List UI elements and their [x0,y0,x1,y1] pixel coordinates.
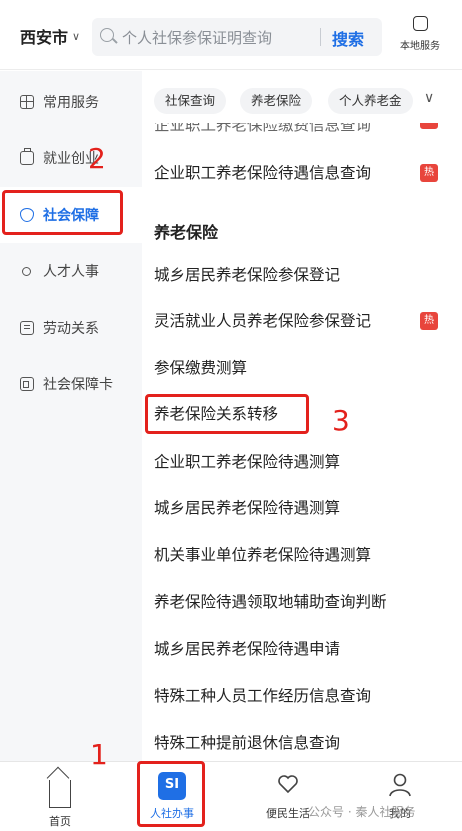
list-item[interactable]: 城乡居民养老保险待遇申请 [154,637,454,659]
category-sidebar: 常用服务 就业创业 社会保障 人才人事 劳动关系 社会保障卡 [0,71,142,761]
list-item[interactable]: 养老保险待遇领取地辅助查询判断 [154,590,454,612]
nav-label: 首页 [49,815,71,828]
sidebar-item-label: 常用服务 [43,95,99,111]
heart-hand-icon [276,772,300,800]
home-icon [49,780,71,808]
hot-badge: 热 [420,123,438,129]
list-item[interactable]: 城乡居民养老保险待遇测算 [154,496,454,518]
annotation-box-1 [137,761,205,827]
id-card-icon [20,377,34,391]
search-button[interactable]: 搜索 [332,26,364,50]
sidebar-item-ss-card[interactable]: 社会保障卡 [0,356,142,412]
filter-tag-bar: 社保查询 养老保险 个人养老金 ∨ [142,71,462,123]
person-icon [22,266,31,276]
top-header: 西安市 ∨ 个人社保参保证明查询 搜索 本地服务 [0,0,462,70]
city-selector[interactable]: 西安市 ∨ [20,24,80,48]
document-icon [20,321,34,335]
local-service-button[interactable]: 本地服务 [390,16,450,52]
hot-badge: 热 [420,164,438,182]
list-item[interactable]: 特殊工种提前退休信息查询 [154,731,454,753]
search-icon [100,28,114,42]
list-item[interactable]: 灵活就业人员养老保险参保登记 [154,309,454,331]
list-item[interactable]: 参保缴费测算 [154,356,454,378]
annotation-box-2 [2,190,123,235]
sidebar-item-talent[interactable]: 人才人事 [0,243,142,299]
tag-personal-pension[interactable]: 个人养老金 [328,88,413,114]
local-service-icon [412,16,428,31]
person-icon [388,772,412,800]
section-heading-pension: 养老保险 [154,223,219,242]
chevron-down-icon: ∨ [72,29,81,43]
search-input[interactable]: 个人社保参保证明查询 [122,27,272,48]
sidebar-item-common-services[interactable]: 常用服务 [0,74,142,130]
annotation-number-1: 1 [90,738,108,771]
tag-ss-query[interactable]: 社保查询 [154,88,227,114]
list-item[interactable]: 特殊工种人员工作经历信息查询 [154,684,454,706]
hot-badge: 热 [420,312,438,330]
nav-home[interactable]: 首页 [20,772,100,829]
annotation-box-3 [145,394,309,434]
nav-label: 便民生活 [266,807,310,820]
tag-pension[interactable]: 养老保险 [240,88,313,114]
briefcase-icon [20,148,34,165]
sidebar-item-label: 人才人事 [43,264,99,280]
list-item[interactable]: 企业职工养老保险待遇测算 [154,450,454,472]
sidebar-item-label: 社会保障卡 [43,377,113,393]
grid-icon [20,95,34,109]
chevron-down-icon[interactable]: ∨ [424,90,434,106]
local-service-label: 本地服务 [400,41,440,52]
annotation-number-3: 3 [332,404,350,437]
service-list: 企业职工养老保险缴费信息查询 热 企业职工养老保险待遇信息查询 热 养老保险 城… [142,123,462,761]
watermark: 公众号 · 秦人社服务 [308,805,416,819]
list-item[interactable]: 企业职工养老保险缴费信息查询 [154,123,454,135]
list-item[interactable]: 企业职工养老保险待遇信息查询 [154,161,454,183]
bottom-nav: 首页 SI 人社办事 便民生活 我的 [0,761,462,831]
sidebar-item-labor-relations[interactable]: 劳动关系 [0,300,142,356]
list-item[interactable]: 机关事业单位养老保险待遇测算 [154,543,454,565]
sidebar-item-employment[interactable]: 就业创业 [0,130,142,186]
list-item[interactable]: 城乡居民养老保险参保登记 [154,263,454,285]
annotation-number-2: 2 [88,142,106,175]
search-divider [320,28,321,46]
search-bar[interactable]: 个人社保参保证明查询 搜索 [92,18,382,56]
city-name: 西安市 [20,28,69,47]
sidebar-item-label: 劳动关系 [43,321,99,337]
